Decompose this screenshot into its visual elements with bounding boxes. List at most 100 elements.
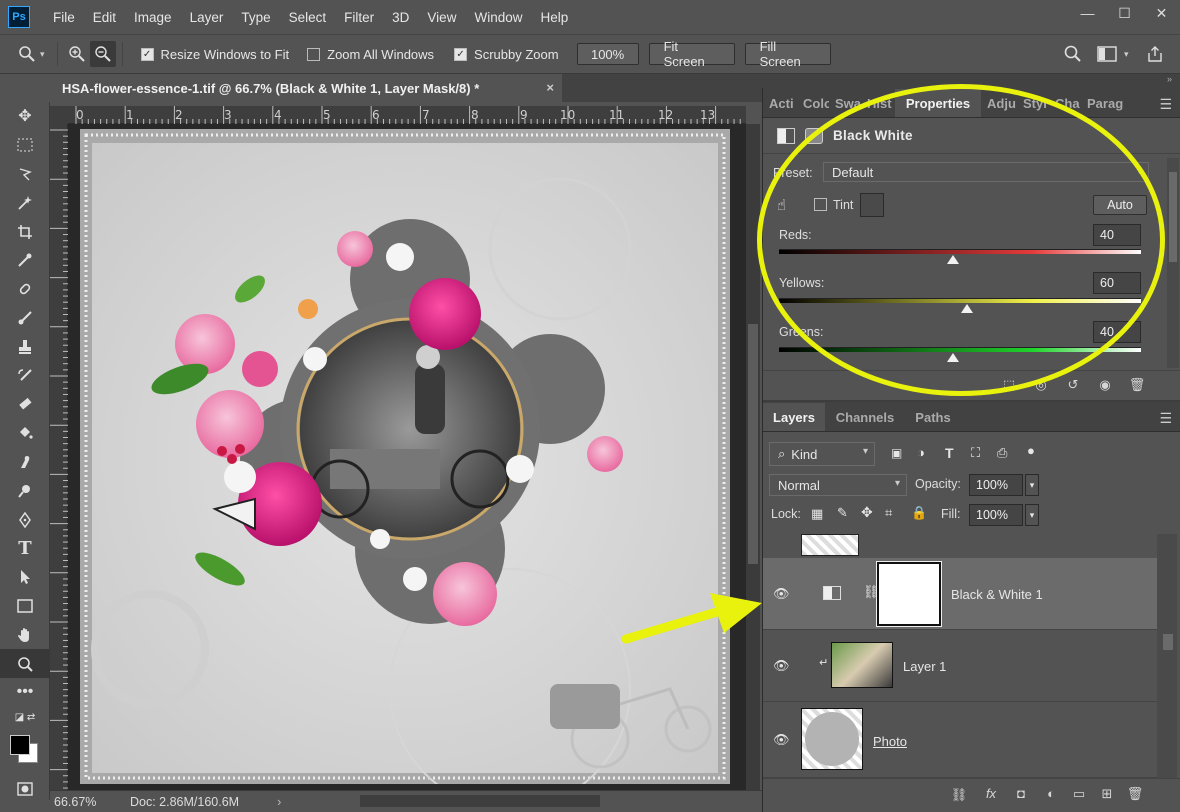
scrollbar-thumb[interactable] bbox=[1169, 172, 1177, 262]
tab-paragraph[interactable]: Parag bbox=[1081, 89, 1125, 117]
opacity-chevron-icon[interactable]: ▾ bbox=[1025, 474, 1039, 496]
visibility-eye-icon[interactable]: 👁 bbox=[773, 586, 790, 602]
close-window-button[interactable]: ✕ bbox=[1143, 0, 1180, 26]
delete-layer-icon[interactable]: 🗑 bbox=[1125, 786, 1145, 804]
collapse-panels-icon[interactable]: » bbox=[762, 74, 1180, 88]
layer-name[interactable]: Photo bbox=[873, 734, 907, 749]
tint-color-swatch[interactable] bbox=[860, 193, 884, 217]
properties-scrollbar[interactable] bbox=[1167, 158, 1179, 368]
paint-bucket-tool-icon[interactable] bbox=[0, 419, 50, 448]
zoom-level-field[interactable]: 66.67% bbox=[50, 795, 116, 809]
menu-type[interactable]: Type bbox=[232, 10, 279, 25]
stamp-tool-icon[interactable] bbox=[0, 332, 50, 361]
tab-layers[interactable]: Layers bbox=[763, 403, 825, 431]
greens-value-field[interactable]: 40 bbox=[1093, 321, 1141, 343]
greens-slider-thumb[interactable] bbox=[946, 353, 959, 362]
fit-screen-button[interactable]: Fit Screen bbox=[648, 39, 735, 69]
view-previous-state-icon[interactable]: ◎ bbox=[1031, 377, 1051, 395]
filter-type-icon[interactable]: T bbox=[945, 445, 954, 461]
tab-adjustments[interactable]: Adju bbox=[981, 89, 1017, 117]
auto-button[interactable]: Auto bbox=[1093, 195, 1147, 215]
menu-select[interactable]: Select bbox=[280, 10, 336, 25]
magic-wand-tool-icon[interactable] bbox=[0, 188, 50, 217]
toggle-visibility-icon[interactable]: ◉ bbox=[1095, 377, 1115, 395]
adjustment-icon[interactable] bbox=[777, 127, 795, 144]
reds-slider-track[interactable] bbox=[779, 249, 1141, 254]
tab-actions[interactable]: Acti bbox=[763, 89, 797, 117]
new-layer-icon[interactable]: ⊞ bbox=[1097, 786, 1117, 804]
type-tool-icon[interactable]: T bbox=[0, 534, 50, 563]
add-mask-icon[interactable]: ◘ bbox=[1011, 786, 1031, 804]
zoom-100-button[interactable]: 100% bbox=[576, 43, 639, 65]
status-menu-chevron-icon[interactable]: › bbox=[277, 795, 281, 809]
zoom-in-icon[interactable] bbox=[64, 41, 90, 67]
canvas-horizontal-scrollbar[interactable] bbox=[360, 795, 600, 807]
filter-shape-icon[interactable]: ⛶ bbox=[971, 445, 980, 461]
checkbox-box[interactable] bbox=[307, 47, 321, 61]
lock-artboard-icon[interactable]: ⌗ bbox=[885, 505, 892, 521]
opacity-field[interactable]: 100% bbox=[969, 474, 1023, 496]
visibility-eye-icon[interactable]: 👁 bbox=[773, 658, 790, 674]
reds-slider-thumb[interactable] bbox=[946, 255, 959, 264]
close-document-icon[interactable]: × bbox=[546, 80, 554, 95]
pen-tool-icon[interactable] bbox=[0, 505, 50, 534]
preset-dropdown[interactable]: Default ▾ bbox=[823, 162, 1149, 182]
menu-file[interactable]: File bbox=[44, 10, 84, 25]
yellows-slider-track[interactable] bbox=[779, 298, 1141, 303]
zoom-tool-icon[interactable] bbox=[0, 649, 50, 678]
layer-name[interactable]: Layer 1 bbox=[903, 659, 946, 674]
link-layers-icon[interactable]: ⛓ bbox=[949, 787, 969, 805]
canvas-vertical-scrollbar[interactable] bbox=[746, 124, 760, 790]
filter-adjustment-icon[interactable]: ◑ bbox=[917, 445, 925, 460]
reset-icon[interactable]: ↺ bbox=[1063, 377, 1083, 395]
eyedropper-tool-icon[interactable] bbox=[0, 246, 50, 275]
fill-screen-button[interactable]: Fill Screen bbox=[744, 39, 831, 69]
zoom-tool-preset-icon[interactable] bbox=[14, 41, 40, 67]
yellows-value-field[interactable]: 60 bbox=[1093, 272, 1141, 294]
ruler-origin[interactable] bbox=[50, 106, 68, 124]
tab-channels[interactable]: Cha bbox=[1049, 89, 1081, 117]
filter-pixel-icon[interactable]: ▣ bbox=[891, 446, 902, 460]
menu-3d[interactable]: 3D bbox=[383, 10, 418, 25]
clip-to-layer-icon[interactable]: ⬚ bbox=[999, 377, 1019, 395]
lock-pixels-icon[interactable]: ✎ bbox=[837, 505, 848, 521]
tab-color[interactable]: Colo bbox=[797, 89, 829, 117]
new-group-icon[interactable]: ▭ bbox=[1069, 786, 1089, 804]
marquee-tool-icon[interactable] bbox=[0, 131, 50, 160]
layer-filter-kind-dropdown[interactable]: ⌕ Kind ▾ bbox=[769, 442, 875, 466]
menu-filter[interactable]: Filter bbox=[335, 10, 383, 25]
layer-row-layer-1[interactable]: 👁 ↵ Layer 1 bbox=[763, 630, 1157, 702]
hand-tool-icon[interactable] bbox=[0, 620, 50, 649]
tab-channels-layers[interactable]: Channels bbox=[825, 403, 905, 431]
filter-toggle-icon[interactable]: ● bbox=[1027, 443, 1035, 458]
tab-paths[interactable]: Paths bbox=[905, 403, 961, 431]
quick-mask-icon[interactable] bbox=[0, 775, 50, 804]
default-colors-icon[interactable]: ◪ ⇄ bbox=[0, 707, 50, 729]
color-swatches[interactable] bbox=[0, 729, 50, 775]
scrubby-zoom-checkbox[interactable]: ✓ Scrubby Zoom bbox=[454, 47, 559, 62]
foreground-color-swatch[interactable] bbox=[10, 734, 30, 755]
layer-row-photo[interactable]: 👁 Photo bbox=[763, 702, 1157, 778]
layer-mask-thumbnail[interactable] bbox=[876, 561, 942, 627]
blend-mode-dropdown[interactable]: Normal ▾ bbox=[769, 474, 907, 496]
fill-chevron-icon[interactable]: ▾ bbox=[1025, 504, 1039, 526]
crop-tool-icon[interactable] bbox=[0, 217, 50, 246]
delete-adjustment-icon[interactable]: 🗑 bbox=[1127, 377, 1147, 395]
tab-history[interactable]: Hist bbox=[861, 89, 895, 117]
share-icon[interactable] bbox=[1142, 41, 1168, 67]
partial-layer-thumbnail[interactable] bbox=[801, 534, 859, 556]
preset-chevron-icon[interactable]: ▾ bbox=[40, 49, 45, 60]
eraser-tool-icon[interactable] bbox=[0, 390, 50, 419]
zoom-out-icon[interactable] bbox=[89, 41, 116, 67]
document-canvas[interactable] bbox=[68, 124, 746, 790]
smudge-tool-icon[interactable] bbox=[0, 448, 50, 477]
tab-swatches[interactable]: Swa bbox=[829, 89, 861, 117]
workspace-chevron-icon[interactable]: ▾ bbox=[1124, 49, 1129, 60]
layer-row-black-white[interactable]: 👁 ⛓ Black & White 1 bbox=[763, 558, 1157, 630]
panel-menu-icon[interactable]: ☰ bbox=[1159, 410, 1172, 427]
menu-edit[interactable]: Edit bbox=[84, 10, 125, 25]
menu-help[interactable]: Help bbox=[531, 10, 577, 25]
menu-layer[interactable]: Layer bbox=[181, 10, 233, 25]
document-tab[interactable]: HSA-flower-essence-1.tif @ 66.7% (Black … bbox=[50, 74, 562, 102]
zoom-all-windows-checkbox[interactable]: Zoom All Windows bbox=[307, 47, 434, 62]
